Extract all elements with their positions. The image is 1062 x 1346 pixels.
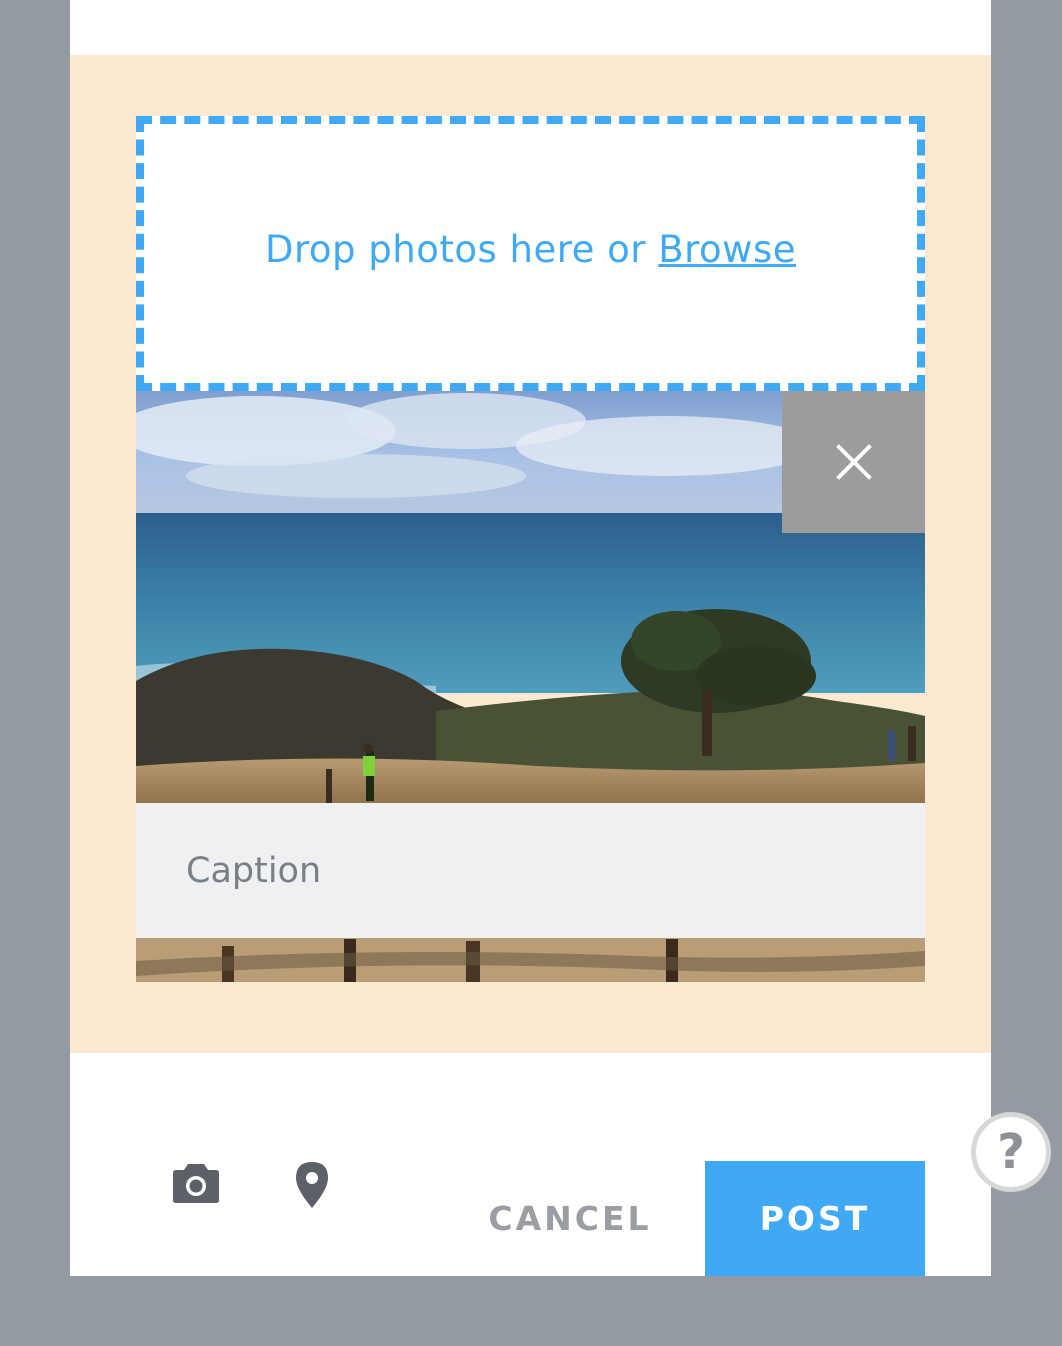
help-button[interactable]: ? (971, 1112, 1051, 1192)
photo-upload-area: Drop photos here or Browse (70, 55, 991, 1053)
browse-link[interactable]: Browse (658, 228, 796, 271)
camera-icon (173, 1164, 219, 1203)
post-toolbar: CANCEL POST (70, 1053, 991, 1276)
dropzone-label: Drop photos here or (264, 228, 659, 271)
photo-dropzone[interactable]: Drop photos here or Browse (136, 116, 925, 391)
help-icon: ? (997, 1124, 1025, 1180)
camera-button[interactable] (166, 1153, 226, 1213)
cancel-button[interactable]: CANCEL (480, 1161, 660, 1276)
new-post-modal: Drop photos here or Browse Caption CANCE… (70, 0, 991, 1276)
close-icon (835, 444, 872, 480)
caption-input[interactable] (136, 803, 925, 938)
location-button[interactable] (282, 1153, 342, 1217)
post-button[interactable]: POST (705, 1161, 925, 1276)
dropzone-text: Drop photos here or Browse (265, 228, 796, 271)
remove-photo-button[interactable] (782, 391, 925, 533)
photo-preview-card (136, 391, 925, 982)
map-pin-icon (296, 1162, 328, 1208)
